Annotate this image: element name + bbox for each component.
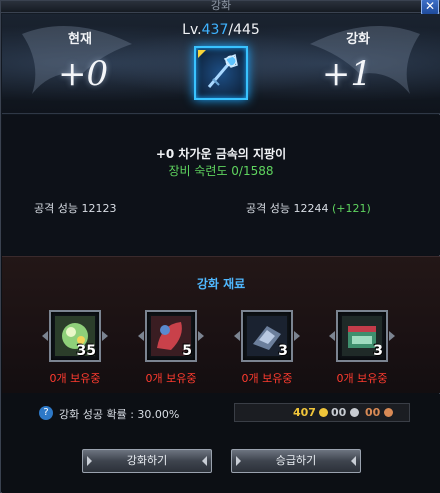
level-max: 445: [233, 22, 260, 38]
enhance-window: 강화 ✕ 현재 강화 +0 +1 Lv.437/445 +0 차가운 금속의 지…: [0, 0, 440, 493]
window-title: 강화: [210, 0, 232, 12]
current-enhance-level: +0: [58, 54, 109, 94]
gold-amount: 407: [293, 406, 316, 419]
staff-icon: [207, 53, 238, 88]
footer-panel: ? 강화 성공 확률 : 30.00% 407 00 00 강화하기 승급하기: [2, 394, 440, 493]
material-slot[interactable]: 5: [138, 310, 204, 362]
material-slot[interactable]: 3: [329, 310, 395, 362]
material-slot[interactable]: 3: [234, 310, 300, 362]
grade-corner-marker: [198, 50, 206, 58]
help-icon[interactable]: ?: [39, 406, 53, 420]
current-attack-stat: 공격 성능 12123: [34, 202, 117, 215]
level-prefix: Lv.: [182, 22, 202, 38]
material-owned: 0개 보유중: [49, 372, 101, 385]
level-current: 437: [201, 22, 229, 38]
next-attack-stat: 공격 성능 12244 (+121): [246, 200, 371, 216]
material-slot[interactable]: 35: [42, 310, 108, 362]
success-rate: 강화 성공 확률 : 30.00%: [59, 408, 180, 421]
promote-button[interactable]: 승급하기: [231, 449, 361, 473]
attack-bonus: (+121): [331, 202, 371, 215]
material-count: 3: [278, 343, 288, 359]
equipment-proficiency: 장비 숙련도 0/1588: [168, 164, 274, 178]
copper-coin-icon: [384, 408, 393, 417]
material-owned: 0개 보유중: [336, 372, 388, 385]
item-name: +0 차가운 금속의 지팡이: [155, 147, 287, 161]
close-button[interactable]: ✕: [421, 0, 439, 15]
gold-coin-icon: [319, 408, 328, 417]
material-owned: 0개 보유중: [241, 372, 293, 385]
copper-amount: 00: [365, 406, 381, 419]
enhance-button[interactable]: 강화하기: [82, 449, 212, 473]
next-attack-value: 공격 성능 12244: [246, 202, 332, 215]
currency-display: 407 00 00: [234, 403, 410, 422]
silver-amount: 00: [331, 406, 347, 419]
material-count: 3: [373, 343, 383, 359]
materials-panel: 강화 재료 35 5 3 3 0개 보유중 0개 보유중 0개 보유중 0개 보…: [2, 256, 440, 393]
item-level: Lv.437/445: [2, 22, 440, 38]
material-count: 35: [76, 343, 96, 359]
material-count: 5: [182, 343, 192, 359]
material-owned: 0개 보유중: [145, 372, 197, 385]
silver-coin-icon: [350, 408, 359, 417]
title-bar[interactable]: 강화 ✕: [1, 0, 440, 15]
materials-title: 강화 재료: [196, 277, 246, 291]
item-info-panel: +0 차가운 금속의 지팡이 장비 숙련도 0/1588 공격 성능 12123…: [2, 115, 440, 255]
enhance-header: 현재 강화 +0 +1 Lv.437/445: [2, 14, 440, 114]
next-enhance-level: +1: [321, 54, 372, 94]
target-item-slot[interactable]: [194, 46, 248, 100]
